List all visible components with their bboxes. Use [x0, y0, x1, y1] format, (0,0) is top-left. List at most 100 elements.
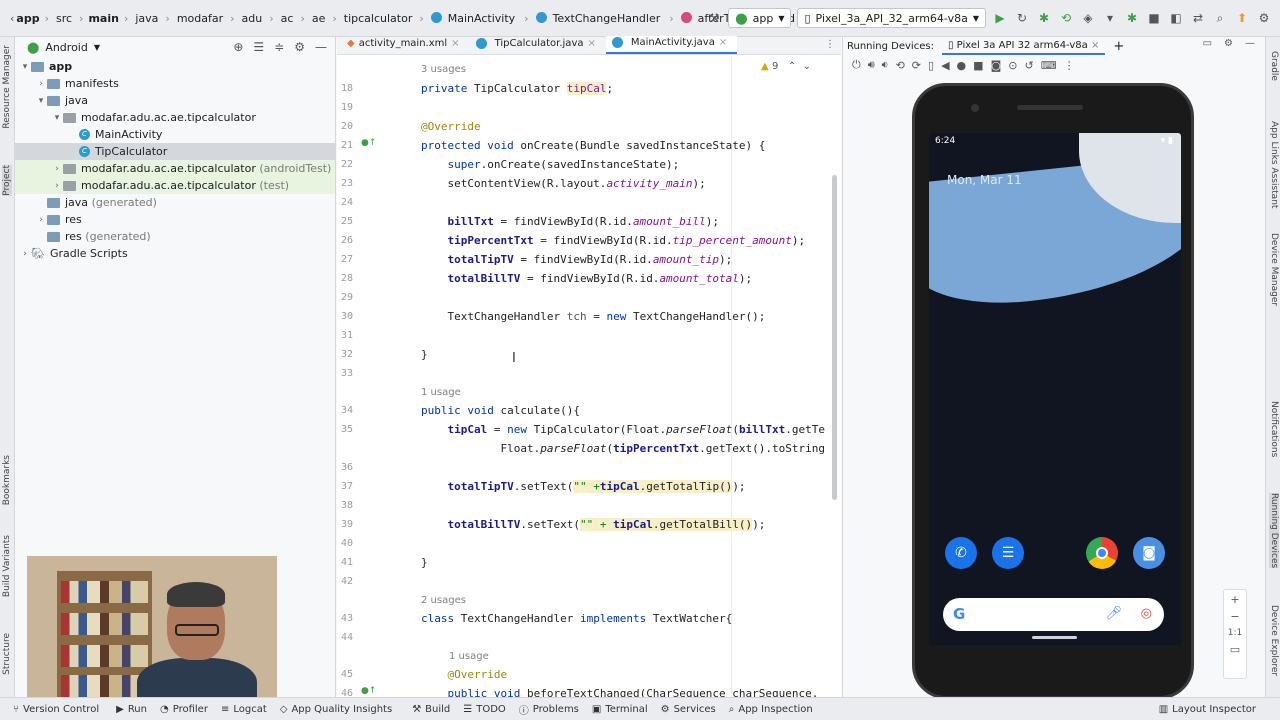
tree-item-tipcalculator[interactable]: C TipCalculator: [15, 143, 335, 160]
hide-icon[interactable]: —: [315, 40, 327, 54]
layout-inspector-tab[interactable]: ▥ Layout Inspector: [1159, 704, 1256, 715]
tree-item-package-test[interactable]: › modafar.adu.ac.ae.tipcalculator (test): [15, 177, 335, 194]
tree-item-java-generated[interactable]: java (generated): [15, 194, 335, 211]
tree-item-package-androidtest[interactable]: › modafar.adu.ac.ae.tipcalculator (androi…: [15, 160, 335, 177]
version-control-tab[interactable]: ⑂ Version Control: [13, 704, 99, 715]
debug-icon[interactable]: ✱: [1036, 10, 1052, 26]
app-quality-insights-tab[interactable]: ◇ App Quality Insights: [280, 704, 392, 715]
google-search-bar[interactable]: G 🎤︎ ◎: [943, 598, 1164, 631]
todo-tab[interactable]: ☰ TODO: [463, 704, 506, 715]
fold-icon[interactable]: ▯: [928, 59, 934, 72]
device-select[interactable]: ▯ Pixel_3a_API_32_arm64-v8a ▼: [797, 8, 986, 28]
code-area[interactable]: 3 usages private TipCalculator tipCal; @…: [421, 56, 841, 697]
sync-icon[interactable]: ⇄: [1190, 10, 1206, 26]
layout-icon[interactable]: ▭: [1203, 38, 1212, 49]
close-icon[interactable]: ×: [451, 38, 459, 49]
volume-up-icon[interactable]: 🔊︎: [868, 58, 875, 72]
breadcrumb-item[interactable]: java: [135, 12, 158, 25]
stop-icon[interactable]: ■: [1146, 10, 1162, 26]
menu-icon[interactable]: ‹: [10, 12, 14, 25]
collapse-all-icon[interactable]: ≑: [274, 40, 284, 54]
breadcrumb-item[interactable]: modafar: [177, 12, 223, 25]
record-icon[interactable]: ⊙: [1008, 59, 1017, 72]
tree-item-package[interactable]: ▾ modafar.adu.ac.ae.tipcalculator: [15, 109, 335, 126]
zoom-fit-button[interactable]: ▭: [1224, 638, 1246, 656]
more-icon[interactable]: ⋮: [1064, 59, 1075, 72]
project-tab[interactable]: Project: [2, 165, 12, 196]
volume-down-icon[interactable]: 🔉︎: [882, 58, 889, 72]
chrome-app-icon[interactable]: [1086, 537, 1118, 569]
override-gutter-icon[interactable]: ●↑: [361, 138, 376, 148]
editor-scrollbar[interactable]: [832, 175, 837, 500]
zoom-out-button[interactable]: −: [1224, 606, 1246, 623]
device-screen[interactable]: 6:24 ▾ ▮ Mon, Mar 11 ✆ ☰ ◙ G 🎤︎ ◎: [929, 133, 1181, 645]
power-icon[interactable]: ⏻: [852, 58, 861, 72]
attach-debugger-icon[interactable]: ◈: [1080, 10, 1096, 26]
tab-tipcalculator-java[interactable]: TipCalculator.java ×: [470, 36, 606, 54]
gradle-tab[interactable]: Gradle: [1269, 51, 1279, 81]
breadcrumb-item[interactable]: app: [16, 12, 39, 25]
hammer-icon[interactable]: ⚒: [706, 10, 722, 26]
problems-tab[interactable]: ⓘ Problems: [519, 702, 579, 717]
close-icon[interactable]: ×: [719, 37, 727, 48]
breadcrumb-item[interactable]: src: [56, 12, 72, 25]
build-tab[interactable]: ⚒ Build: [412, 704, 450, 715]
tab-mainactivity-java[interactable]: MainActivity.java ×: [605, 36, 738, 54]
run-tab[interactable]: ▶ Run: [116, 704, 147, 715]
terminal-tab[interactable]: ▣ Terminal: [592, 704, 648, 715]
device-explorer-tab[interactable]: Device Explorer: [1269, 605, 1279, 676]
tab-activity-main-xml[interactable]: ◆ activity_main.xml ×: [341, 36, 470, 54]
tree-item-gradle-scripts[interactable]: › 🐘︎ Gradle Scripts: [15, 245, 335, 262]
apply-changes-icon[interactable]: ⟲: [1058, 10, 1074, 26]
camera-app-icon[interactable]: ◙: [1133, 537, 1165, 569]
code-editor[interactable]: ◆ activity_main.xml × TipCalculator.java × …: [337, 36, 841, 718]
close-icon[interactable]: ×: [1091, 40, 1099, 51]
breadcrumb-item[interactable]: ae: [312, 12, 326, 25]
breadcrumb-item[interactable]: ac: [281, 12, 294, 25]
settings-icon[interactable]: ⚙: [294, 40, 305, 54]
zoom-in-button[interactable]: +: [1224, 590, 1246, 606]
device-manager-icon[interactable]: ◧: [1168, 10, 1184, 26]
add-device-icon[interactable]: +: [1113, 39, 1124, 54]
close-icon[interactable]: ×: [587, 38, 595, 49]
locate-icon[interactable]: ⊕: [233, 40, 243, 54]
tree-item-mainactivity[interactable]: C MainActivity: [15, 126, 335, 143]
app-links-tab[interactable]: App Links Assistant: [1269, 121, 1279, 208]
usage-hint[interactable]: 1 usage: [449, 648, 489, 666]
bug-icon[interactable]: ✱: [1124, 10, 1140, 26]
breadcrumb-item[interactable]: adu: [242, 12, 263, 25]
services-tab[interactable]: ⚙ Services: [661, 704, 716, 715]
run-config-select[interactable]: ⬤ app ▼: [728, 8, 792, 28]
lens-icon[interactable]: ◎: [1141, 606, 1152, 621]
usage-hint[interactable]: 1 usage: [421, 384, 461, 402]
rerun-icon[interactable]: ↻: [1014, 10, 1030, 26]
resource-manager-tab[interactable]: Resource Manager: [2, 45, 12, 129]
tree-item-res-generated[interactable]: res (generated): [15, 228, 335, 245]
app-inspection-tab[interactable]: ⌕ App Inspection: [729, 704, 813, 715]
keyboard-icon[interactable]: ⌨: [1041, 59, 1057, 72]
tree-item-java[interactable]: ▾ java: [15, 92, 335, 109]
run-icon[interactable]: ▶: [992, 10, 1008, 26]
messages-app-icon[interactable]: ☰: [992, 537, 1024, 569]
device-tab[interactable]: ▯ Pixel 3a API 32 arm64-v8a ×: [941, 37, 1106, 55]
overview-icon[interactable]: ■: [973, 59, 983, 72]
settings-icon[interactable]: ⚙: [1256, 10, 1272, 26]
breadcrumb-item[interactable]: TextChangeHandler: [535, 11, 663, 25]
mic-icon[interactable]: 🎤︎: [1105, 606, 1122, 621]
bookmarks-tab[interactable]: Bookmarks: [2, 455, 12, 505]
snapshot-icon[interactable]: ↺: [1024, 59, 1033, 72]
running-devices-tab[interactable]: Running Devices: [1269, 493, 1279, 569]
profiler-tab[interactable]: ◔ Profiler: [160, 704, 208, 715]
usage-hint[interactable]: 2 usages: [421, 592, 466, 610]
notifications-tab[interactable]: Notifications: [1269, 401, 1279, 457]
search-icon[interactable]: ⌕: [1212, 10, 1228, 26]
project-view-selector[interactable]: ⬤ Android ▼ ⊕ ☰ ≑ ⚙ —: [15, 37, 335, 57]
breadcrumb-item[interactable]: tipcalculator: [344, 12, 413, 25]
logcat-tab[interactable]: ≡ Logcat: [221, 704, 267, 715]
back-icon[interactable]: ◀: [941, 59, 949, 72]
gesture-bar[interactable]: [1032, 636, 1077, 639]
usage-hint[interactable]: 3 usages: [421, 61, 466, 79]
home-icon[interactable]: ●: [957, 59, 967, 72]
hide-icon[interactable]: —: [1245, 38, 1255, 49]
build-variants-tab[interactable]: Build Variants: [2, 535, 12, 597]
